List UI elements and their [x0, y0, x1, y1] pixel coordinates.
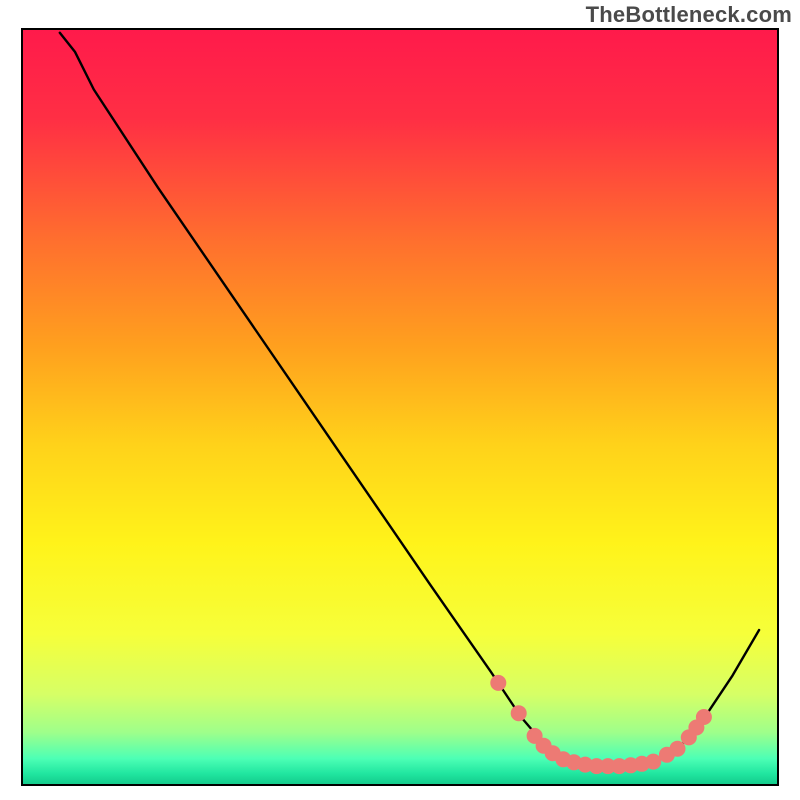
highlight-dot — [670, 741, 686, 757]
gradient-background — [22, 29, 778, 785]
highlight-dot — [645, 754, 661, 770]
highlight-dot — [490, 675, 506, 691]
highlight-dot — [511, 705, 527, 721]
bottleneck-chart — [0, 0, 800, 800]
attribution-label: TheBottleneck.com — [586, 2, 792, 28]
chart-container: TheBottleneck.com — [0, 0, 800, 800]
highlight-dot — [696, 709, 712, 725]
